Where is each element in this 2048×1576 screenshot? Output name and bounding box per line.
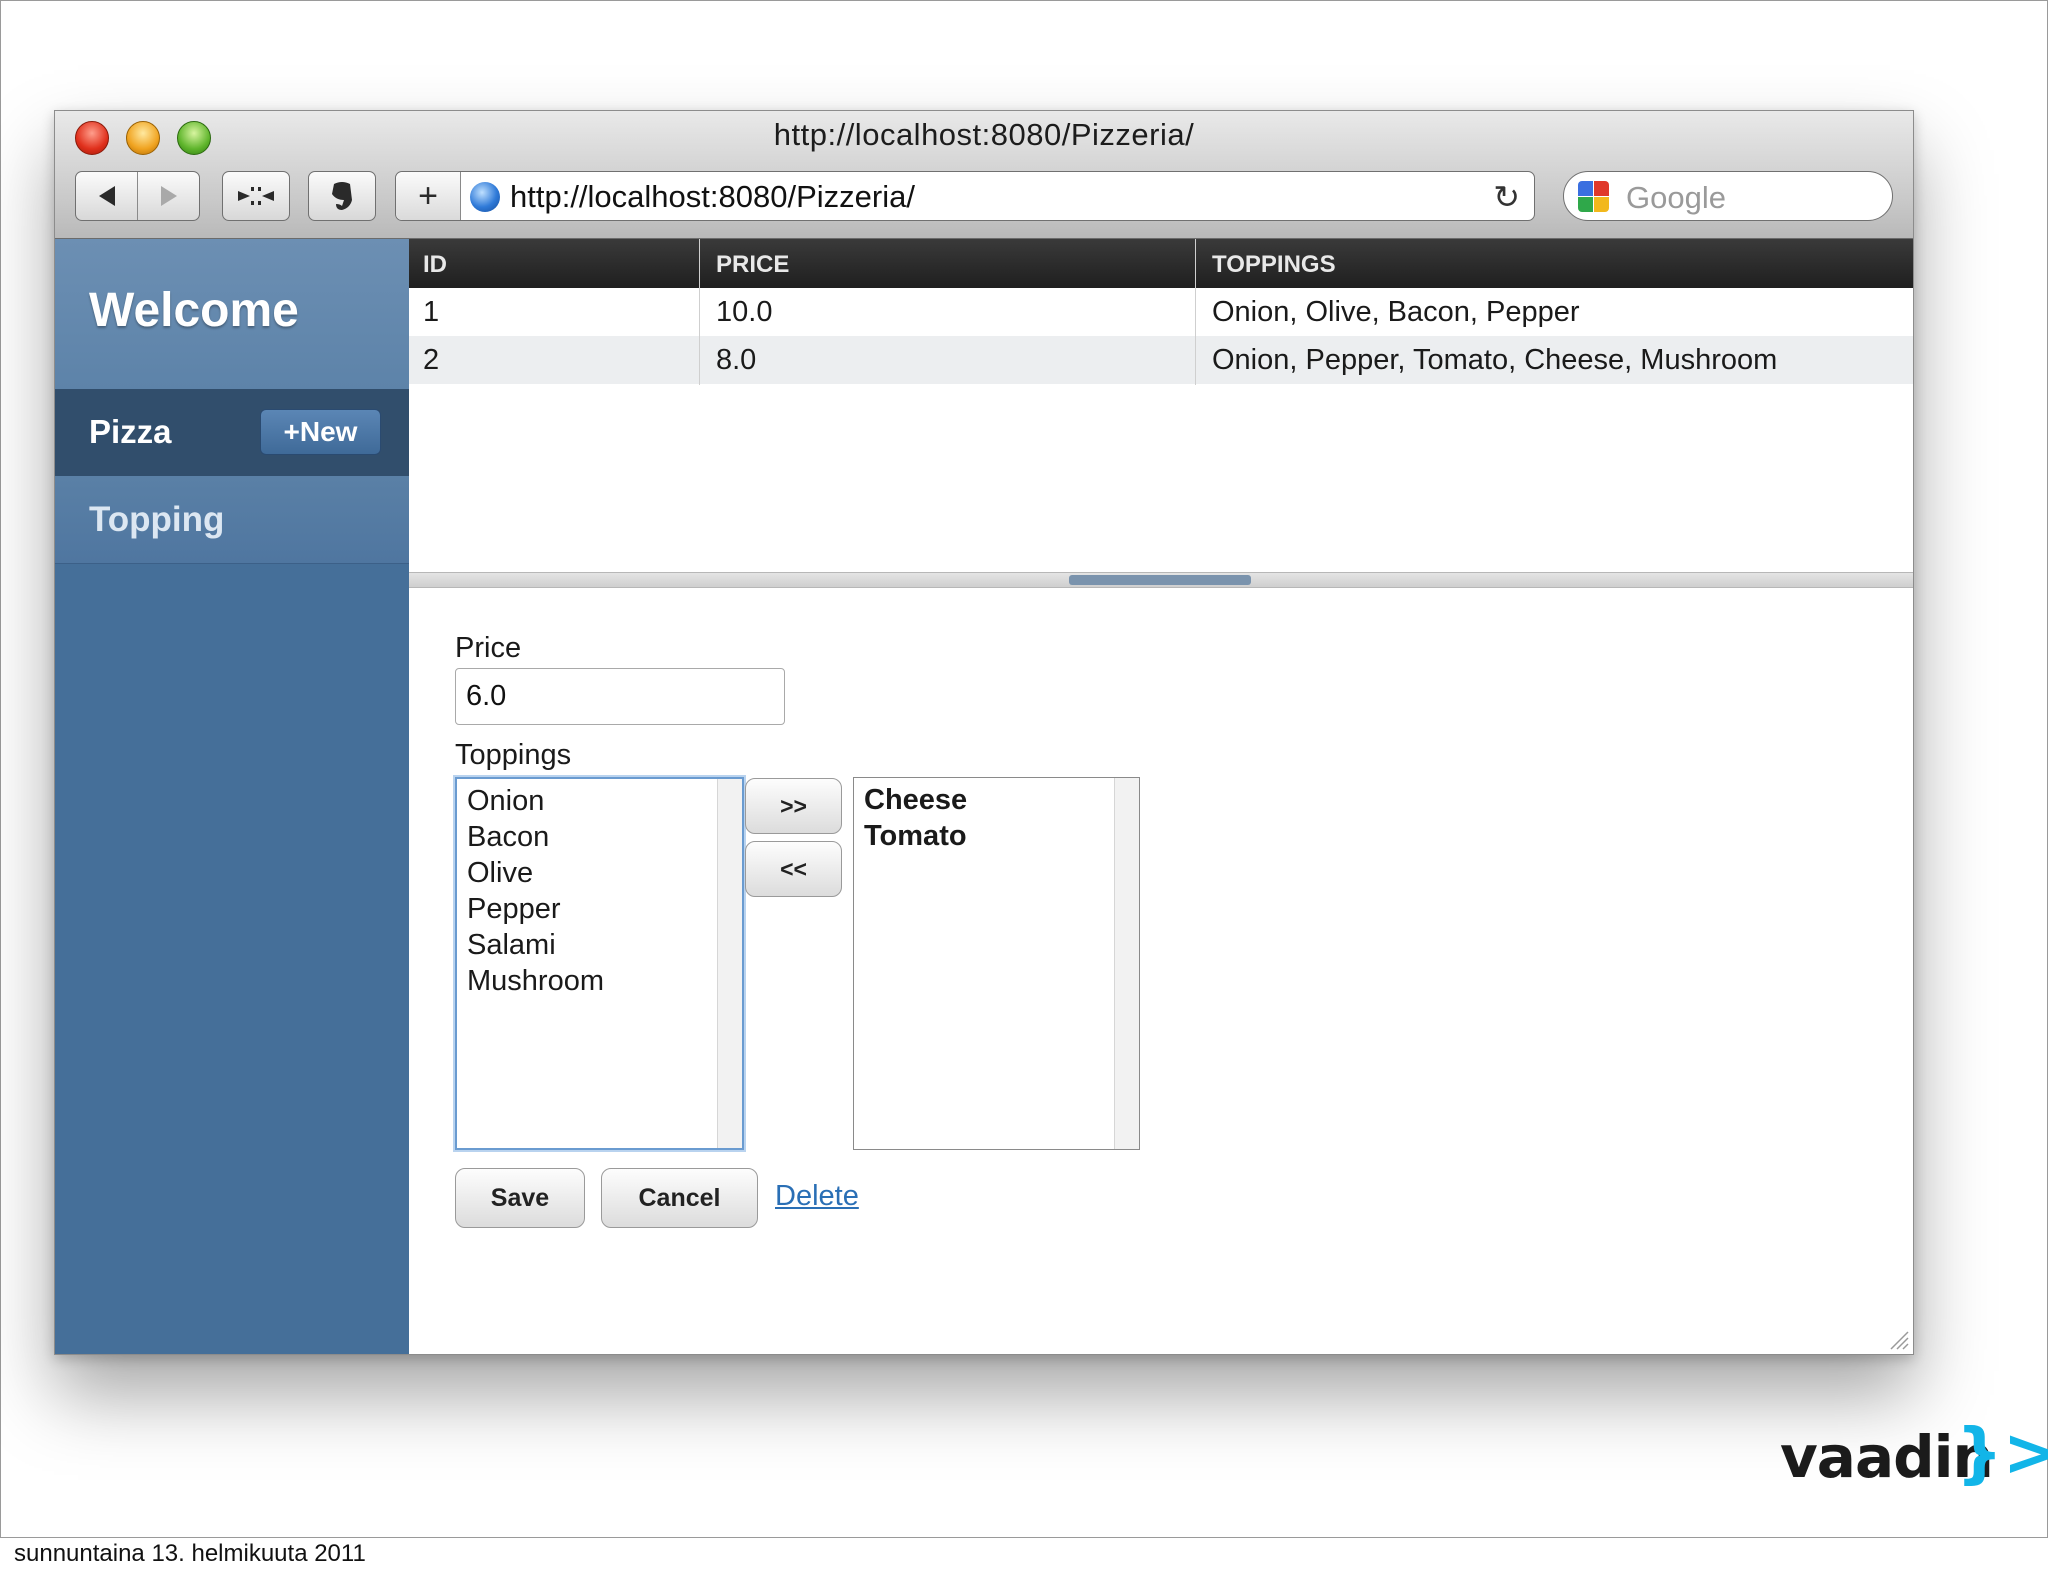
list-item[interactable]: Pepper <box>467 893 561 926</box>
cell-id: 1 <box>423 296 440 328</box>
back-button[interactable] <box>76 172 138 220</box>
add-topping-button[interactable]: >> <box>745 778 842 834</box>
google-icon <box>1578 181 1610 213</box>
forward-button[interactable] <box>138 172 199 220</box>
list-item[interactable]: Tomato <box>864 820 967 853</box>
reload-icon[interactable]: ↻ <box>1493 178 1520 216</box>
search-placeholder: Google <box>1626 180 1726 215</box>
evernote-button[interactable] <box>308 171 376 221</box>
search-field[interactable]: Google <box>1563 171 1893 221</box>
window-title: http://localhost:8080/Pizzeria/ <box>773 117 1195 152</box>
column-header-price[interactable]: PRICE <box>716 251 789 279</box>
app-area: Welcome Pizza +New Topping ID PRICE TOPP… <box>55 239 1913 1354</box>
back-arrow-icon <box>98 186 115 206</box>
address-bar[interactable]: + http://localhost:8080/Pizzeria/ ↻ <box>395 171 1535 221</box>
sidebar-item-topping[interactable]: Topping <box>55 476 409 564</box>
list-item[interactable]: Onion <box>467 785 544 818</box>
new-pizza-button[interactable]: +New <box>260 409 381 455</box>
price-label: Price <box>455 632 522 664</box>
forward-arrow-icon <box>160 186 177 206</box>
scrollbar[interactable] <box>717 779 742 1148</box>
browser-window: http://localhost:8080/Pizzeria/ + http:/… <box>54 110 1914 1355</box>
sidebar-item-label: Topping <box>89 500 225 539</box>
cell-price: 8.0 <box>716 344 757 376</box>
column-divider <box>1195 239 1196 385</box>
vaadin-logo-mark: }> <box>1956 1414 2048 1491</box>
toppings-label: Toppings <box>455 739 572 771</box>
main-content: ID PRICE TOPPINGS 1 10.0 Onion, Olive, B… <box>409 239 1913 1354</box>
cell-toppings: Onion, Pepper, Tomato, Cheese, Mushroom <box>1212 344 1778 376</box>
scrollbar[interactable] <box>1114 778 1139 1149</box>
delete-link[interactable]: Delete <box>775 1180 859 1213</box>
cell-id: 2 <box>423 344 440 376</box>
welcome-title: Welcome <box>89 284 299 337</box>
sidebar: Welcome Pizza +New Topping <box>55 239 409 1354</box>
cell-price: 10.0 <box>716 296 773 328</box>
split-panel-divider[interactable] <box>409 572 1913 588</box>
list-item[interactable]: Salami <box>467 929 556 962</box>
cancel-button[interactable]: Cancel <box>601 1168 758 1228</box>
price-input[interactable] <box>455 668 785 725</box>
evernote-icon <box>332 182 352 210</box>
title-bar: http://localhost:8080/Pizzeria/ + http:/… <box>55 111 1913 239</box>
column-divider <box>699 239 700 385</box>
add-bookmark-button[interactable]: + <box>396 172 461 220</box>
column-header-toppings[interactable]: TOPPINGS <box>1212 251 1336 279</box>
snapback-button[interactable] <box>222 171 290 221</box>
list-item[interactable]: Cheese <box>864 784 967 817</box>
table-row[interactable]: 1 10.0 Onion, Olive, Bacon, Pepper <box>409 288 1913 336</box>
remove-topping-button[interactable]: << <box>745 841 842 897</box>
split-handle[interactable] <box>1069 575 1251 585</box>
table-header: ID PRICE TOPPINGS <box>409 239 1913 288</box>
list-item[interactable]: Olive <box>467 857 533 890</box>
column-header-id[interactable]: ID <box>423 251 447 279</box>
welcome-header: Welcome <box>55 239 409 389</box>
slide-footer-date: sunnuntaina 13. helmikuuta 2011 <box>14 1540 366 1567</box>
slide: http://localhost:8080/Pizzeria/ + http:/… <box>0 0 2048 1538</box>
cell-toppings: Onion, Olive, Bacon, Pepper <box>1212 296 1580 328</box>
save-button[interactable]: Save <box>455 1168 585 1228</box>
table-row[interactable]: 2 8.0 Onion, Pepper, Tomato, Cheese, Mus… <box>409 336 1913 384</box>
selected-toppings-list[interactable]: Cheese Tomato <box>853 777 1140 1150</box>
sidebar-item-pizza[interactable]: Pizza +New <box>55 389 409 476</box>
globe-icon <box>470 182 500 212</box>
sidebar-item-label: Pizza <box>89 413 172 450</box>
snapback-icon <box>238 187 274 205</box>
available-toppings-list[interactable]: Onion Bacon Olive Pepper Salami Mushroom <box>455 777 744 1150</box>
resize-grip-icon[interactable] <box>1887 1328 1909 1350</box>
list-item[interactable]: Mushroom <box>467 965 604 998</box>
back-forward-buttons <box>75 171 200 221</box>
list-item[interactable]: Bacon <box>467 821 549 854</box>
address-url[interactable]: http://localhost:8080/Pizzeria/ <box>510 179 915 215</box>
